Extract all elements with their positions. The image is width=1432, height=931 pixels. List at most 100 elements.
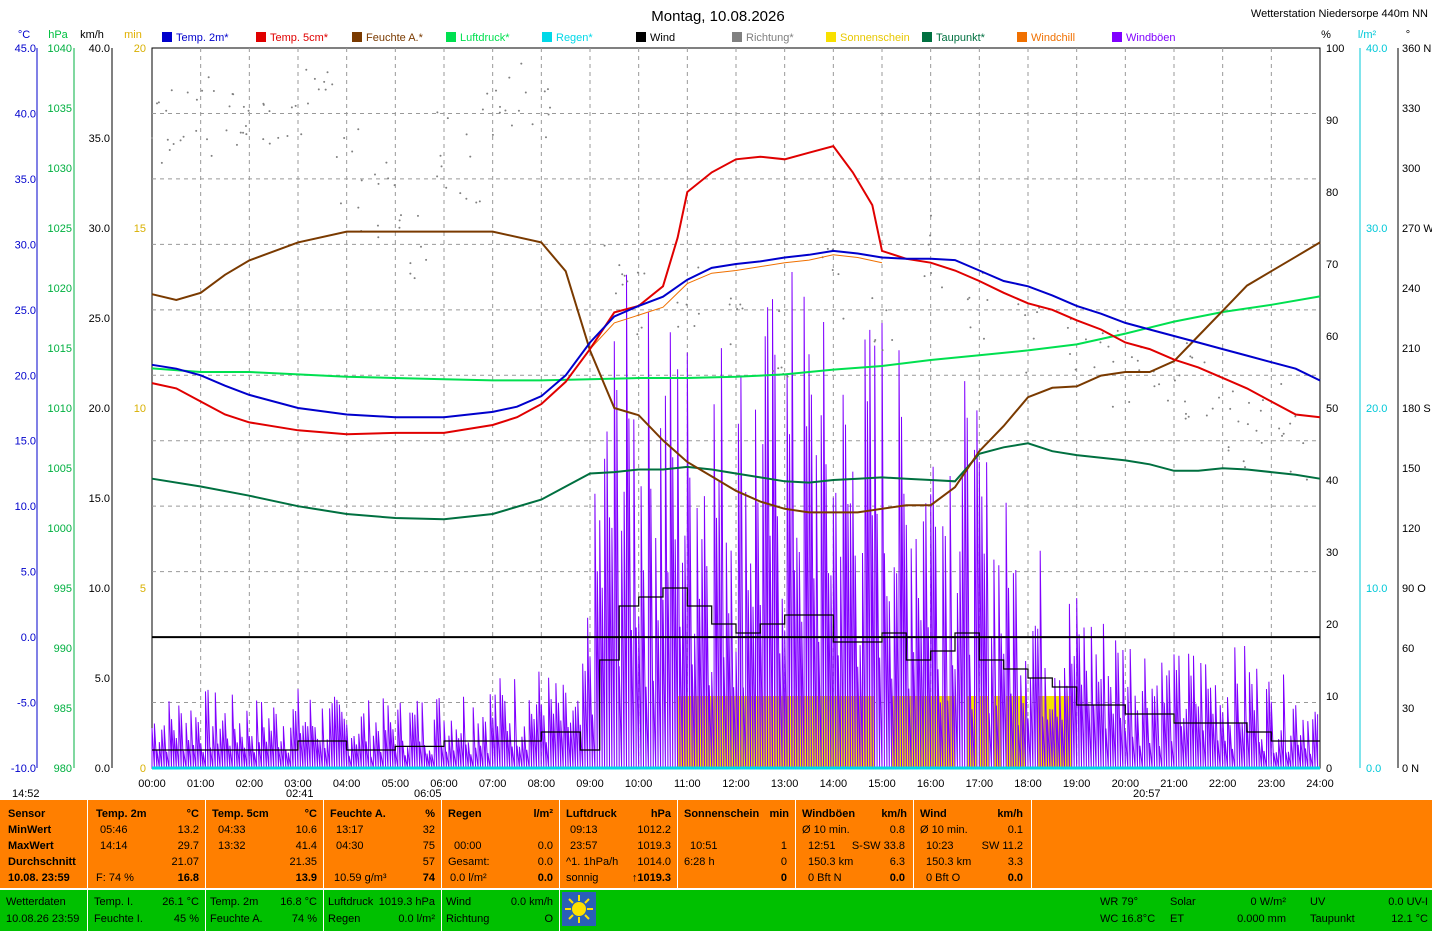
luftdruck-col: Luftdruck hPa 09:13 1012.2 23:57 1019.3 … <box>560 800 678 888</box>
direction-dot <box>165 109 168 112</box>
y-tick-label: 1000 <box>48 523 72 535</box>
wind-run-value: 3.3 <box>1007 856 1023 868</box>
status-dewpoint-label: Taupunkt <box>1310 913 1355 925</box>
temp2m-min-time: 05:46 <box>100 824 128 836</box>
y-tick-label: 0.0 <box>95 763 110 775</box>
wind-head: Wind <box>920 808 947 820</box>
direction-dot <box>739 303 742 306</box>
x-tick-label: 04:00 <box>333 778 361 790</box>
temp5cm-current: 13.9 <box>295 872 317 884</box>
boeen-avg-value: 0.8 <box>889 824 905 836</box>
status-pressure-label: Luftdruck <box>328 896 374 908</box>
direction-dot <box>517 109 520 112</box>
y-tick-label: -10.0 <box>11 763 36 775</box>
status-uv-label: UV <box>1310 896 1326 908</box>
legend-label: Feuchte A.* <box>366 32 424 44</box>
legend-label: Regen* <box>556 32 593 44</box>
direction-dot <box>1237 420 1240 423</box>
x-tick-label: 21:00 <box>1160 778 1188 790</box>
status-weatherdata: Wetterdaten 10.08.26 23:59 <box>0 890 88 931</box>
y-tick-label: 1035 <box>48 103 72 115</box>
y-tick-label: 15.0 <box>89 493 110 505</box>
feuchte-avg: 57 <box>422 856 435 868</box>
y-tick-label: 35.0 <box>15 174 36 186</box>
direction-dot <box>182 135 185 138</box>
direction-dot <box>335 156 338 159</box>
direction-dot <box>1112 360 1115 363</box>
status-uv: UV 0.0 UV-I Taupunkt 12.1 °C <box>1300 890 1432 931</box>
temp2m-max-value: 29.7 <box>177 840 199 852</box>
legend-label: Richtung* <box>746 32 794 44</box>
legend-swatch <box>162 32 172 42</box>
y-tick-label: 25.0 <box>89 313 110 325</box>
status-rain-value: 0.0 l/m² <box>398 913 435 925</box>
direction-dot <box>1128 401 1131 404</box>
direction-dot <box>1187 415 1190 418</box>
direction-dot <box>235 143 238 146</box>
direction-dot <box>777 367 780 370</box>
regen-unit: l/m² <box>533 808 553 820</box>
direction-dot <box>510 124 513 127</box>
unit-temp: °C <box>18 29 30 41</box>
status-indoor-hum: 45 % <box>173 913 199 925</box>
y-tick-label: 20.0 <box>89 403 110 415</box>
y2-tick-label: 10 <box>1326 691 1338 703</box>
marker-min-time: 02:41 <box>286 788 314 800</box>
direction-dot <box>1229 407 1232 410</box>
direction-dot <box>842 317 845 320</box>
y2-tick-label: 90 O <box>1402 583 1426 595</box>
direction-dot <box>343 137 346 140</box>
direction-dot <box>207 76 210 79</box>
direction-dot <box>1107 345 1110 348</box>
direction-dot <box>1111 405 1114 408</box>
status-bar: Wetterdaten 10.08.26 23:59 Temp. I. 26.1… <box>0 890 1432 931</box>
direction-dot <box>741 307 744 310</box>
direction-dot <box>508 76 511 79</box>
legend-swatch <box>542 32 552 42</box>
chart-title: Montag, 10.08.2026 <box>651 8 784 25</box>
direction-dot <box>373 173 376 176</box>
boeen-unit: km/h <box>881 808 907 820</box>
direction-dot <box>377 182 380 185</box>
y2-tick-label: 330 <box>1402 103 1420 115</box>
luftdruck-state: sonnig <box>566 872 599 884</box>
direction-dot <box>268 110 271 113</box>
y-tick-label: 10.0 <box>89 583 110 595</box>
direction-dot <box>436 175 439 178</box>
direction-dot <box>331 83 334 86</box>
y2-tick-label: 270 W <box>1402 223 1432 235</box>
direction-dot <box>306 102 309 105</box>
direction-dot <box>1184 417 1187 420</box>
temp5cm-unit: °C <box>304 808 317 820</box>
sonne-head: Sonnenschein <box>684 808 760 820</box>
direction-dot <box>277 136 280 139</box>
direction-dot <box>446 117 449 120</box>
temp2m-head: Temp. 2m <box>96 808 147 820</box>
direction-dot <box>1211 407 1214 410</box>
status-indoor: Temp. I. 26.1 °C Feuchte I. 45 % <box>88 890 206 931</box>
status-outdoor-temp-label: Temp. 2m <box>210 896 259 908</box>
feuchte-min-value: 32 <box>422 824 435 836</box>
sun-icon <box>562 892 596 926</box>
y-tick-label: 1040 <box>48 43 72 55</box>
regen-total: 0.0 <box>537 856 553 868</box>
direction-dot <box>626 280 629 283</box>
direction-dot <box>326 71 329 74</box>
regen-time: 00:00 <box>454 840 482 852</box>
status-et-value: 0.000 mm <box>1237 913 1286 925</box>
legend-swatch <box>1112 32 1122 42</box>
y2-tick-label: 40 <box>1326 475 1338 487</box>
temp2m-current: 16.8 <box>177 872 199 884</box>
y-tick-label: 10 <box>134 403 146 415</box>
direction-dot <box>1093 366 1096 369</box>
direction-dot <box>155 102 158 105</box>
direction-dot <box>481 108 484 111</box>
direction-dot <box>636 333 639 336</box>
x-tick-label: 23:00 <box>1258 778 1286 790</box>
boeen-max-time: 12:51 <box>808 840 836 852</box>
y-tick-label: 20.0 <box>15 370 36 382</box>
boeen-avg-label: Ø 10 min. <box>802 824 850 836</box>
unit-deg: ° <box>1406 29 1410 41</box>
direction-dot <box>1305 478 1308 481</box>
y2-tick-label: 150 <box>1402 463 1420 475</box>
